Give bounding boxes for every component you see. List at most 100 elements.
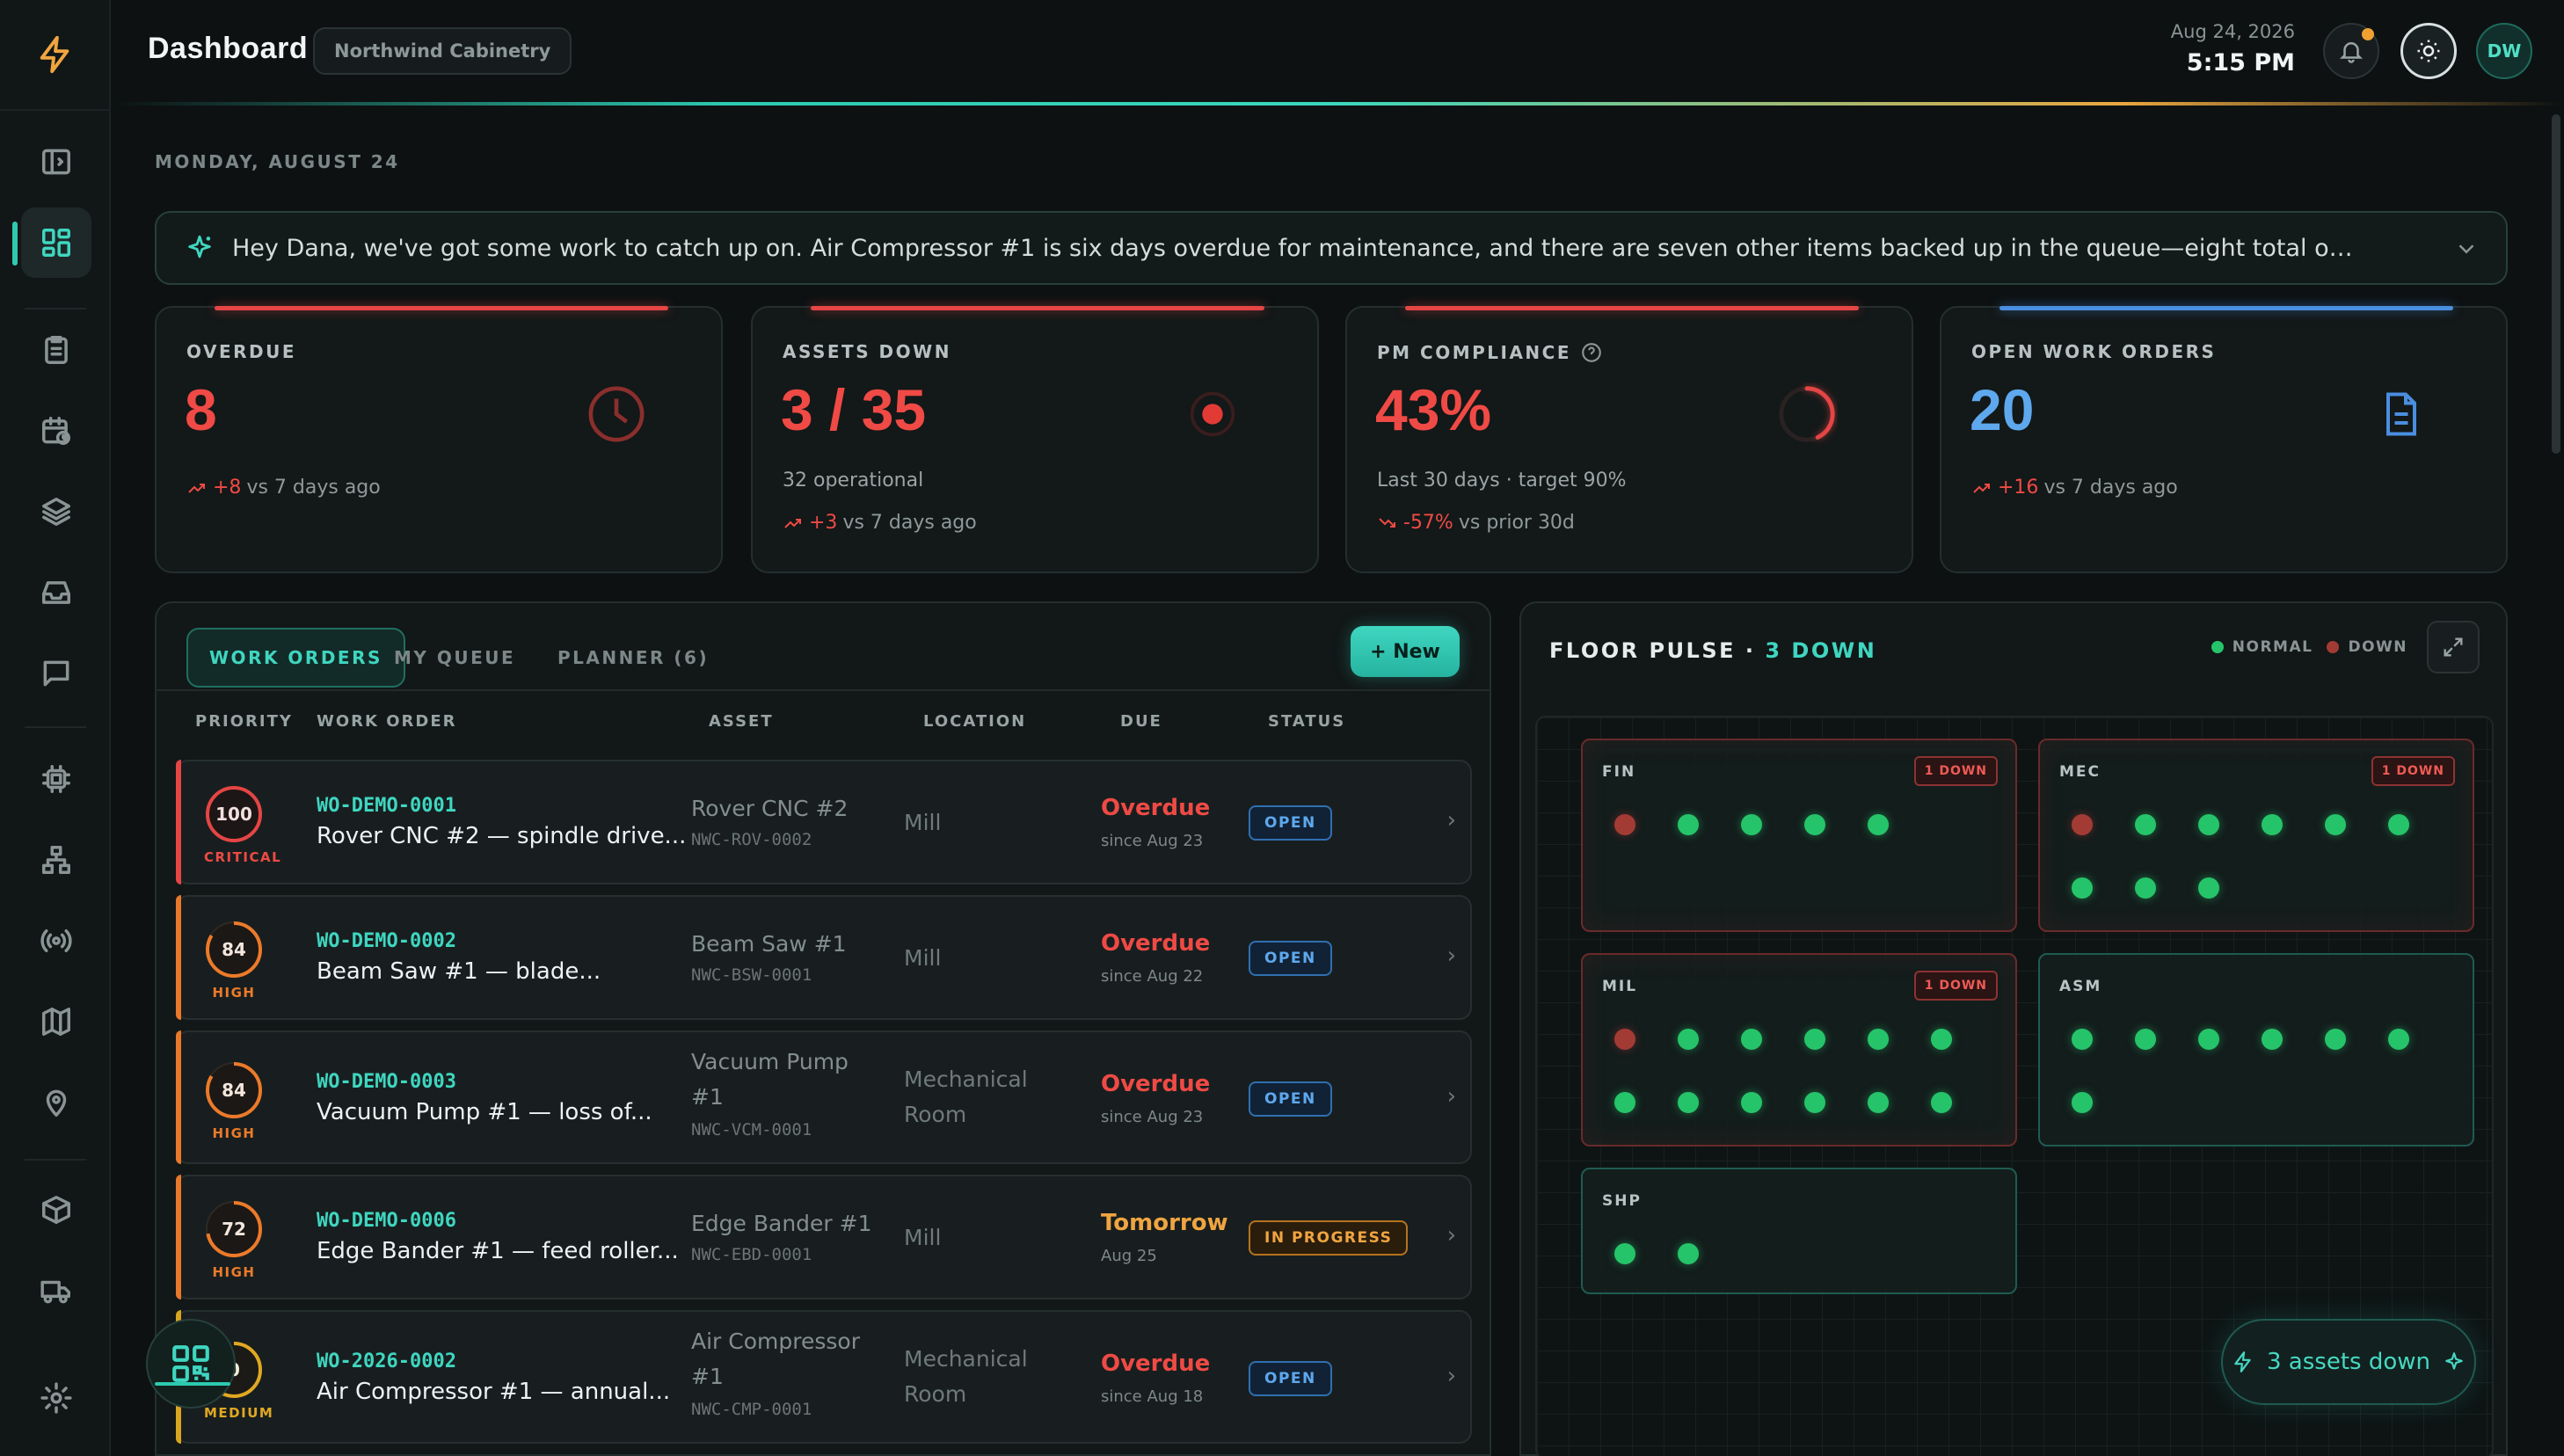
chevron-right-icon[interactable]: › xyxy=(1447,1222,1456,1249)
sidebar-item-locations[interactable] xyxy=(21,1067,91,1138)
zone-asm[interactable]: ASM xyxy=(2038,953,2474,1147)
sidebar-item-map[interactable] xyxy=(21,986,91,1057)
notifications-button[interactable] xyxy=(2323,23,2379,79)
expand-button[interactable] xyxy=(2427,621,2480,673)
avatar[interactable]: DW xyxy=(2476,23,2532,79)
machine-status-dot[interactable] xyxy=(1678,1092,1699,1113)
machine-status-dot[interactable] xyxy=(1741,1092,1762,1113)
sidebar-item-hierarchy[interactable] xyxy=(21,825,91,895)
kpi-accent-bar xyxy=(215,306,668,310)
machine-status-dot[interactable] xyxy=(2325,1029,2346,1050)
machine-status-dot[interactable] xyxy=(2072,1092,2093,1113)
machine-status-dot[interactable] xyxy=(1931,1029,1952,1050)
machine-status-dot[interactable] xyxy=(1868,1092,1889,1113)
tab-my-queue[interactable]: MY QUEUE xyxy=(373,628,536,688)
machine-status-dot[interactable] xyxy=(1678,1243,1699,1264)
assets-down-button[interactable]: 3 assets down xyxy=(2221,1319,2476,1405)
table-row[interactable]: 72 HIGH WO-DEMO-0006 Edge Bander #1 — fe… xyxy=(176,1175,1472,1299)
page-scrollbar[interactable] xyxy=(2552,114,2560,454)
priority-label: HIGH xyxy=(212,985,256,1001)
zone-mec[interactable]: MEC 1 DOWN xyxy=(2038,739,2474,932)
chevron-right-icon[interactable]: › xyxy=(1447,1083,1456,1110)
floor-pulse-legend: NORMAL DOWN xyxy=(2211,638,2407,656)
sidebar-item-messages[interactable] xyxy=(21,638,91,709)
sidebar-item-dashboard[interactable] xyxy=(21,207,91,278)
work-order-id[interactable]: WO-DEMO-0006 xyxy=(317,1210,456,1232)
table-row[interactable]: 0 MEDIUM WO-2026-0002 Air Compressor #1 … xyxy=(176,1310,1472,1444)
machine-status-dot[interactable] xyxy=(2135,1029,2156,1050)
new-work-order-button[interactable]: + New xyxy=(1351,626,1460,677)
table-row[interactable]: 84 HIGH WO-DEMO-0002 Beam Saw #1 — blade… xyxy=(176,895,1472,1020)
work-order-id[interactable]: WO-DEMO-0002 xyxy=(317,930,456,952)
kpi-overdue[interactable]: OVERDUE 8 +8 vs 7 days ago xyxy=(155,306,723,573)
work-order-id[interactable]: WO-2026-0002 xyxy=(317,1350,456,1372)
sidebar-divider xyxy=(25,308,86,309)
ai-summary-banner[interactable]: Hey Dana, we've got some work to catch u… xyxy=(155,211,2508,285)
machine-status-dot[interactable] xyxy=(1804,814,1825,835)
zone-mil[interactable]: MIL 1 DOWN xyxy=(1581,953,2017,1147)
machine-status-dot[interactable] xyxy=(1931,1092,1952,1113)
machine-status-dot[interactable] xyxy=(2198,814,2219,835)
machine-status-dot[interactable] xyxy=(1741,1029,1762,1050)
machine-status-dot[interactable] xyxy=(1868,1029,1889,1050)
machine-status-dot[interactable] xyxy=(2072,1029,2093,1050)
theme-toggle-button[interactable] xyxy=(2400,23,2457,79)
zone-fin[interactable]: FIN 1 DOWN xyxy=(1581,739,2017,932)
machine-status-dot[interactable] xyxy=(2262,1029,2283,1050)
sidebar-item-parts[interactable] xyxy=(21,1175,91,1245)
sidebar-item-settings[interactable] xyxy=(21,1363,91,1433)
kpi-assets-down[interactable]: ASSETS DOWN 3 / 35 32 operational +3 vs … xyxy=(751,306,1319,573)
column-header-status[interactable]: STATUS xyxy=(1268,712,1345,731)
machine-status-dot[interactable] xyxy=(1868,814,1889,835)
column-header-location[interactable]: LOCATION xyxy=(923,712,1026,731)
table-row[interactable]: 100 CRITICAL WO-DEMO-0001 Rover CNC #2 —… xyxy=(176,760,1472,885)
machine-status-dot[interactable] xyxy=(1614,1243,1635,1264)
machine-status-dot[interactable] xyxy=(1614,1029,1635,1050)
help-icon[interactable] xyxy=(1580,341,1603,364)
column-header-asset[interactable]: ASSET xyxy=(709,712,774,731)
sidebar-item-vendors[interactable] xyxy=(21,1256,91,1326)
sidebar-toggle[interactable] xyxy=(21,127,91,197)
chevron-down-icon[interactable] xyxy=(2453,236,2480,262)
table-row[interactable]: 84 HIGH WO-DEMO-0003 Vacuum Pump #1 — lo… xyxy=(176,1030,1472,1164)
kpi-open-work-orders[interactable]: OPEN WORK ORDERS 20 +16 vs 7 days ago xyxy=(1940,306,2508,573)
machine-status-dot[interactable] xyxy=(2072,814,2093,835)
machine-status-dot[interactable] xyxy=(2072,877,2093,899)
sidebar-item-machines[interactable] xyxy=(21,744,91,814)
kpi-pm-compliance[interactable]: PM COMPLIANCE 43% Last 30 days · target … xyxy=(1345,306,1913,573)
machine-status-dot[interactable] xyxy=(2135,877,2156,899)
column-header-work-order[interactable]: WORK ORDER xyxy=(317,712,457,731)
work-order-id[interactable]: WO-DEMO-0001 xyxy=(317,795,456,817)
machine-status-dot[interactable] xyxy=(1741,814,1762,835)
machine-status-dot[interactable] xyxy=(2198,877,2219,899)
qr-scan-button[interactable] xyxy=(146,1319,236,1409)
machine-status-dot[interactable] xyxy=(2135,814,2156,835)
column-header-priority[interactable]: PRIORITY xyxy=(195,712,293,731)
machine-status-dot[interactable] xyxy=(2198,1029,2219,1050)
app-logo[interactable] xyxy=(0,0,111,111)
sidebar-item-schedule[interactable] xyxy=(21,396,91,466)
machine-status-dot[interactable] xyxy=(1678,1029,1699,1050)
sidebar-item-work-orders[interactable] xyxy=(21,315,91,385)
org-badge[interactable]: Northwind Cabinetry xyxy=(313,27,572,75)
work-order-id[interactable]: WO-DEMO-0003 xyxy=(317,1071,456,1093)
legend-down-label: DOWN xyxy=(2348,638,2407,656)
column-header-due[interactable]: DUE xyxy=(1120,712,1162,731)
sidebar-item-sensors[interactable] xyxy=(21,906,91,976)
machine-status-dot[interactable] xyxy=(1614,814,1635,835)
machine-status-dot[interactable] xyxy=(2388,814,2409,835)
machine-status-dot[interactable] xyxy=(1804,1092,1825,1113)
machine-status-dot[interactable] xyxy=(1804,1029,1825,1050)
chevron-right-icon[interactable]: › xyxy=(1447,943,1456,969)
sidebar-item-assets[interactable] xyxy=(21,477,91,547)
machine-status-dot[interactable] xyxy=(2388,1029,2409,1050)
machine-status-dot[interactable] xyxy=(1678,814,1699,835)
chevron-right-icon[interactable]: › xyxy=(1447,807,1456,834)
chevron-right-icon[interactable]: › xyxy=(1447,1363,1456,1389)
zone-shp[interactable]: SHP xyxy=(1581,1168,2017,1294)
machine-status-dot[interactable] xyxy=(2325,814,2346,835)
sidebar-item-inbox[interactable] xyxy=(21,557,91,628)
machine-status-dot[interactable] xyxy=(1614,1092,1635,1113)
machine-status-dot[interactable] xyxy=(2262,814,2283,835)
tab-planner[interactable]: PLANNER (6) xyxy=(536,628,730,688)
